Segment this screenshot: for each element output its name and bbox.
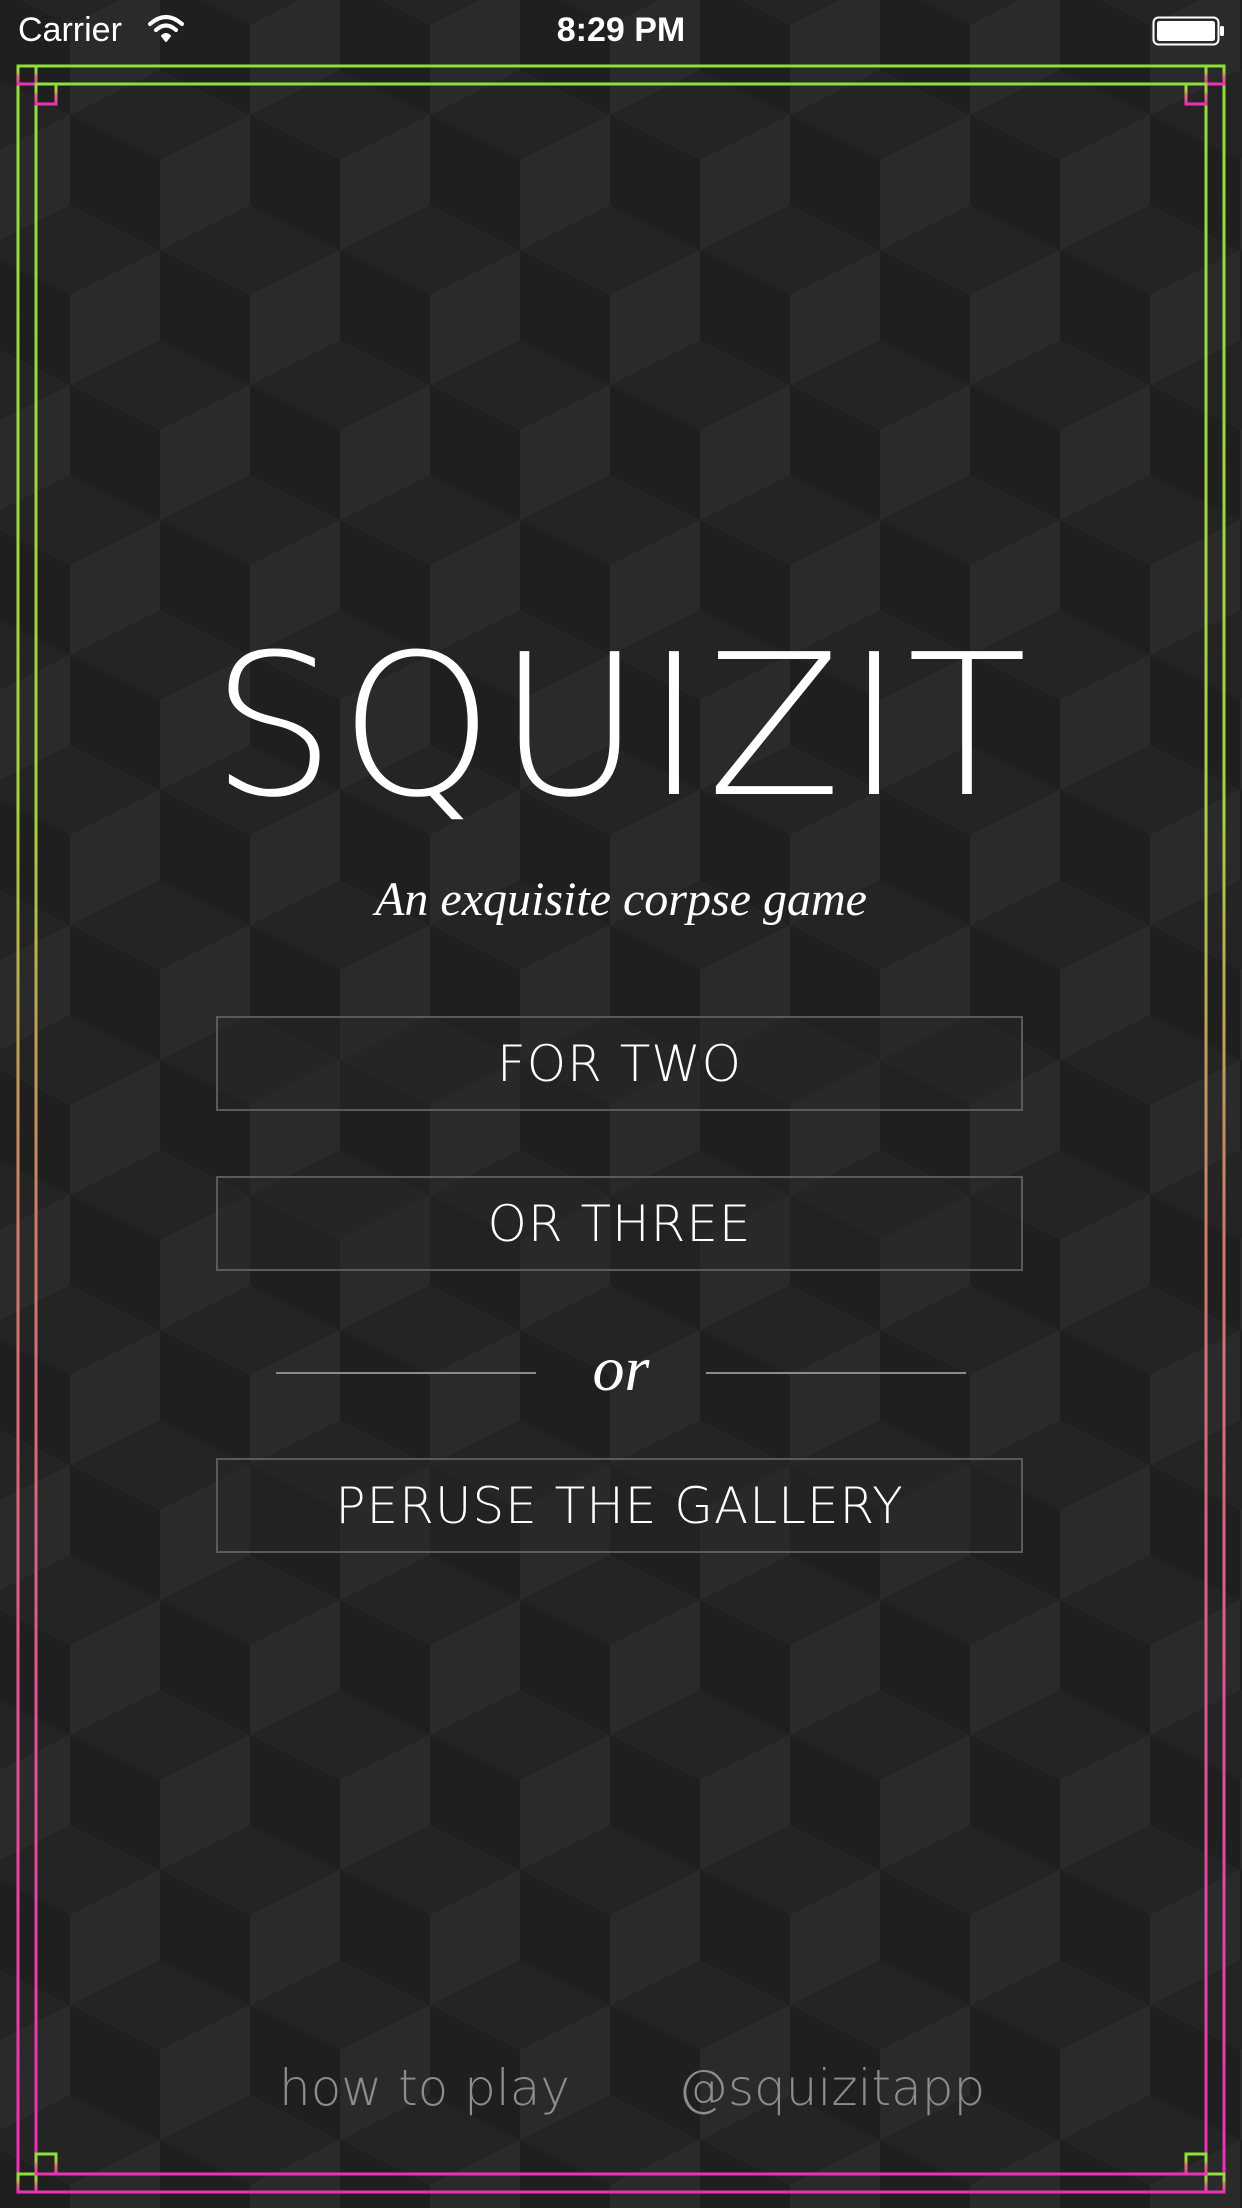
divider-line-right xyxy=(706,1372,966,1374)
peruse-gallery-button[interactable]: PERUSE THE GALLERY xyxy=(216,1458,1023,1553)
how-to-play-link[interactable]: how to play xyxy=(279,2058,570,2118)
app-subtitle: An exquisite corpse game xyxy=(375,873,867,926)
battery-icon xyxy=(1152,16,1226,46)
app-title: SQUIZIT xyxy=(211,613,1031,841)
clock: 8:29 PM xyxy=(556,11,686,49)
or-three-button[interactable]: OR THREE xyxy=(216,1176,1023,1271)
or-divider-text: or xyxy=(592,1333,650,1404)
status-bar: Carrier 8:29 PM xyxy=(0,0,1242,62)
twitter-handle-link[interactable]: @squizitapp xyxy=(678,2058,985,2118)
for-two-button[interactable]: FOR TWO xyxy=(216,1016,1023,1111)
